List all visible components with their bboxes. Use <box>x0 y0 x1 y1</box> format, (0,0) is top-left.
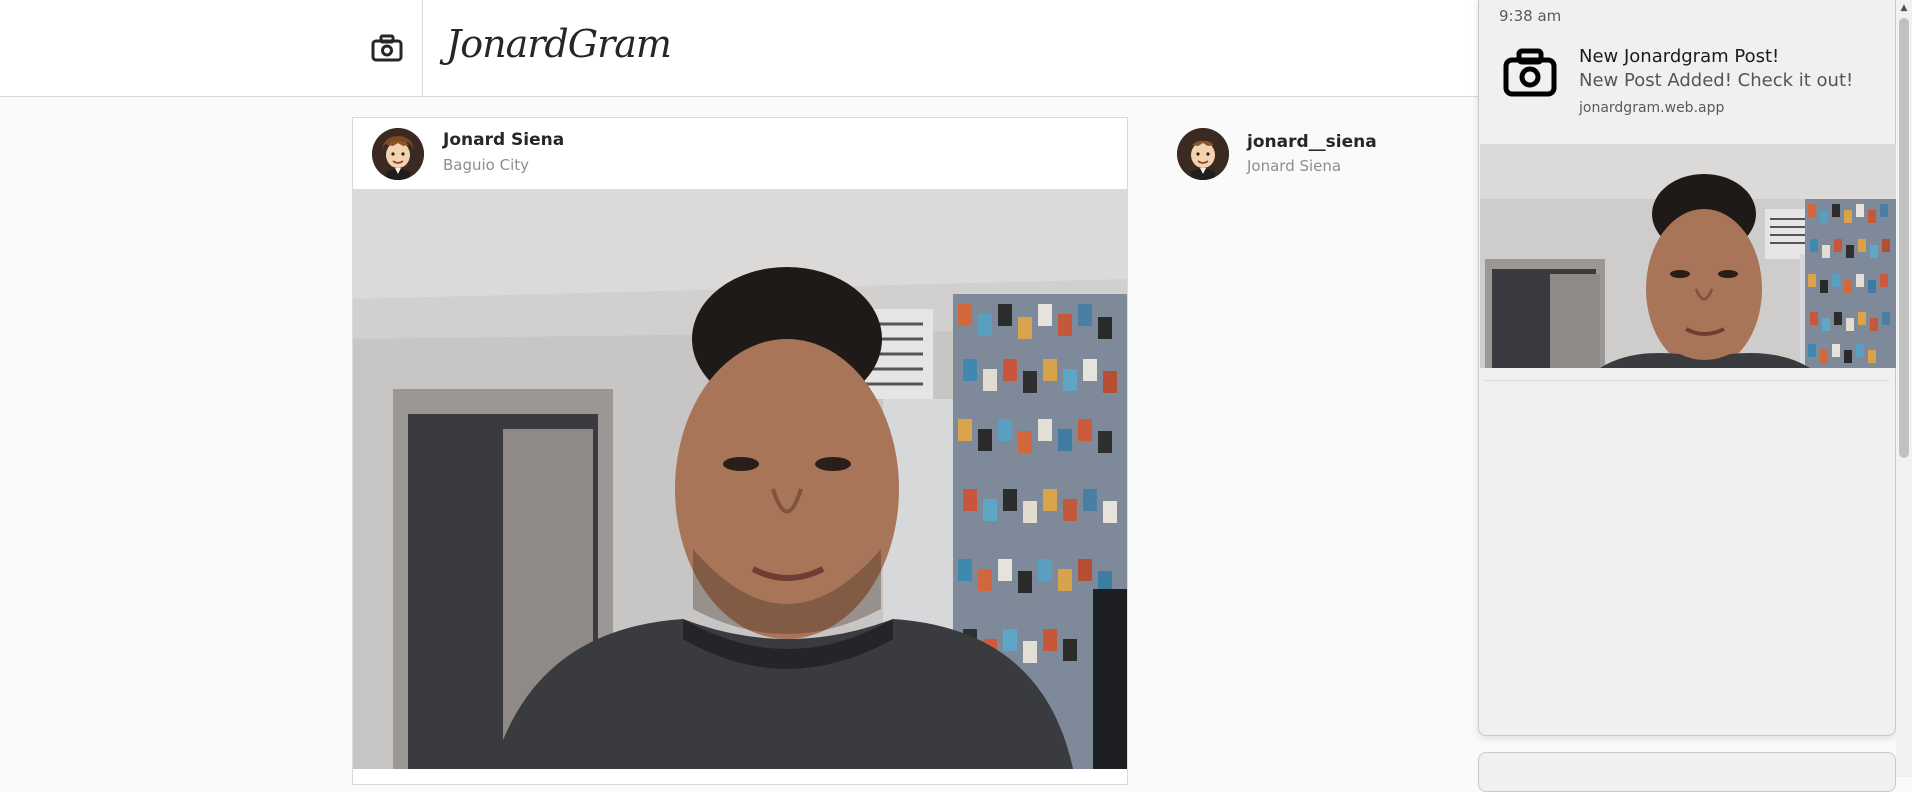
post-location: Baguio City <box>443 156 530 174</box>
post-username[interactable]: Jonard Siena <box>443 130 564 150</box>
sidebar-avatar[interactable] <box>1177 128 1229 180</box>
camera-icon <box>1503 48 1557 98</box>
notification-popup[interactable]: 9:38 am New Jonardgram Post! New Post Ad… <box>1478 0 1898 736</box>
notification-time: 9:38 am <box>1499 7 1562 25</box>
camera-icon <box>371 34 403 62</box>
post-header: Jonard Siena Baguio City <box>353 118 1127 189</box>
notification-image[interactable] <box>1480 144 1898 368</box>
scrollbar[interactable]: ▲ <box>1896 0 1912 777</box>
sidebar-handle[interactable]: jonard__siena <box>1247 132 1377 152</box>
sidebar-name: Jonard Siena <box>1247 157 1342 175</box>
brand-logo[interactable]: JonardGram <box>446 22 672 66</box>
notification-site: jonardgram.web.app <box>1579 100 1725 116</box>
cartoon-avatar-icon <box>1177 128 1229 180</box>
scroll-up-arrow-icon[interactable]: ▲ <box>1896 0 1912 16</box>
cartoon-avatar-icon <box>372 128 424 180</box>
notification-body: New Post Added! Check it out! <box>1579 70 1854 91</box>
sidebar-user[interactable]: jonard__siena Jonard Siena <box>1177 128 1477 188</box>
scroll-thumb[interactable] <box>1899 18 1909 458</box>
notification-title: New Jonardgram Post! <box>1579 46 1780 67</box>
post-photo <box>353 189 1127 769</box>
notification-divider <box>1485 380 1889 381</box>
post-avatar[interactable] <box>372 128 424 180</box>
camera-button[interactable] <box>352 0 423 96</box>
post-card: Jonard Siena Baguio City <box>352 117 1128 785</box>
next-notification-card[interactable] <box>1478 752 1896 792</box>
